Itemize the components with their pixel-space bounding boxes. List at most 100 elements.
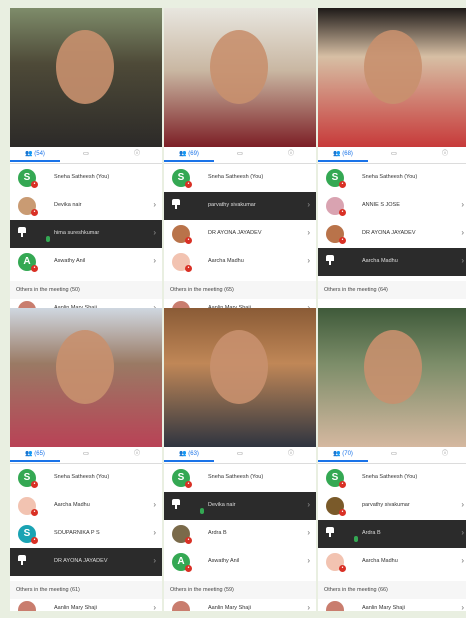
chat-icon: ▭ — [83, 451, 89, 457]
participant-list: S • Sneha Satheesh (You) • Devika nair › hima … — [10, 164, 162, 276]
participant-row[interactable]: • ANNIE S JOSE › — [318, 192, 466, 220]
chevron-right-icon[interactable]: › — [461, 256, 464, 265]
participant-name: Sneha Satheesh (You) — [208, 174, 264, 180]
people-icon: 👥 — [179, 151, 189, 157]
participant-name: Ardra B — [208, 530, 227, 536]
video-feed[interactable] — [164, 308, 316, 447]
participant-row[interactable]: Aarcha Madhu › — [318, 248, 466, 276]
chevron-right-icon[interactable]: › — [307, 528, 310, 537]
tab-people[interactable]: 👥 (65) — [10, 447, 60, 462]
chevron-right-icon[interactable]: › — [461, 528, 464, 537]
tab-chat[interactable]: ▭ — [60, 147, 112, 162]
chevron-right-icon[interactable]: › — [461, 228, 464, 237]
tab-chat[interactable]: ▭ — [368, 447, 420, 462]
tab-info[interactable]: ⓘ — [420, 447, 466, 462]
participant-row[interactable]: • parvathy sivakumar › — [318, 492, 466, 520]
chevron-right-icon[interactable]: › — [461, 200, 464, 209]
chevron-right-icon[interactable]: › — [307, 500, 310, 509]
participant-row[interactable]: Aanlin Mary Shaji › — [10, 599, 162, 611]
chevron-right-icon[interactable]: › — [307, 556, 310, 565]
tab-people[interactable]: 👥 (63) — [164, 447, 214, 462]
tab-chat[interactable]: ▭ — [60, 447, 112, 462]
participant-row[interactable]: parvathy sivakumar › — [164, 192, 316, 220]
tab-people[interactable]: 👥 (70) — [318, 447, 368, 462]
tab-info[interactable]: ⓘ — [420, 147, 466, 162]
participant-row[interactable]: A • Aswathy Anil › — [164, 548, 316, 576]
tab-info[interactable]: ⓘ — [112, 147, 162, 162]
participant-row[interactable]: S • Sneha Satheesh (You) — [164, 464, 316, 492]
participant-row[interactable]: Ardra B › — [318, 520, 466, 548]
chevron-right-icon[interactable]: › — [307, 200, 310, 209]
chevron-right-icon[interactable]: › — [307, 603, 310, 611]
tab-info[interactable]: ⓘ — [266, 447, 316, 462]
chevron-right-icon[interactable]: › — [153, 500, 156, 509]
tab-bar: 👥 (63) ▭ ⓘ — [164, 447, 316, 464]
video-feed[interactable] — [10, 8, 162, 147]
chevron-right-icon[interactable]: › — [461, 556, 464, 565]
participant-row[interactable]: Aanlin Mary Shaji › — [318, 599, 466, 611]
video-feed[interactable] — [164, 8, 316, 147]
chevron-right-icon[interactable]: › — [153, 200, 156, 209]
participant-name: Devika nair — [208, 502, 236, 508]
participant-list: S • Sneha Satheesh (You) • parvathy sivakuma… — [318, 464, 466, 576]
participant-row[interactable]: A • Aswathy Anil › — [10, 248, 162, 276]
tab-chat[interactable]: ▭ — [214, 147, 266, 162]
chevron-right-icon[interactable]: › — [307, 228, 310, 237]
tab-people[interactable]: 👥 (54) — [10, 147, 60, 162]
participant-row[interactable]: S • Sneha Satheesh (You) — [10, 464, 162, 492]
participant-video-face — [364, 30, 422, 104]
participant-row[interactable]: Devika nair › — [164, 492, 316, 520]
video-feed[interactable] — [318, 8, 466, 147]
mic-muted-badge-icon: • — [185, 181, 192, 188]
participants-panel: 👥 (69) ▭ ⓘ S • Sneha Satheesh (You) parvathy s… — [164, 8, 316, 311]
participant-name: DR AYONA JAYADEV — [54, 558, 108, 564]
chevron-right-icon[interactable]: › — [461, 500, 464, 509]
participant-row[interactable]: hima sureshkumar › — [10, 220, 162, 248]
chevron-right-icon[interactable]: › — [461, 603, 464, 611]
participant-row[interactable]: S • Sneha Satheesh (You) — [10, 164, 162, 192]
participant-video-face — [364, 330, 422, 404]
info-icon: ⓘ — [441, 451, 448, 457]
chevron-right-icon[interactable]: › — [153, 556, 156, 565]
participant-video-face — [210, 30, 268, 104]
participant-row[interactable]: • Aarcha Madhu › — [164, 248, 316, 276]
mic-muted-badge-icon: • — [339, 481, 346, 488]
participant-row[interactable]: • DR AYONA JAYADEV › — [164, 220, 316, 248]
participant-name: Sneha Satheesh (You) — [362, 174, 418, 180]
participant-name: Aanlin Mary Shaji — [54, 605, 97, 611]
participant-row[interactable]: S • Sneha Satheesh (You) — [164, 164, 316, 192]
tab-info[interactable]: ⓘ — [266, 147, 316, 162]
info-icon: ⓘ — [133, 151, 140, 157]
chevron-right-icon[interactable]: › — [153, 228, 156, 237]
participant-row[interactable]: • Ardra B › — [164, 520, 316, 548]
participant-row[interactable]: S • SOUPARNIKA P S › — [10, 520, 162, 548]
video-feed[interactable] — [10, 308, 162, 447]
participant-row[interactable]: • Aarcha Madhu › — [318, 548, 466, 576]
speaking-mic-icon — [200, 508, 204, 514]
tab-people[interactable]: 👥 (68) — [318, 147, 368, 162]
chevron-right-icon[interactable]: › — [307, 256, 310, 265]
video-feed[interactable] — [318, 308, 466, 447]
info-icon: ⓘ — [287, 151, 294, 157]
mic-muted-badge-icon: • — [31, 265, 38, 272]
chevron-right-icon[interactable]: › — [153, 528, 156, 537]
tab-chat[interactable]: ▭ — [368, 147, 420, 162]
participant-row[interactable]: • DR AYONA JAYADEV › — [318, 220, 466, 248]
participant-name: Aswathy Anil — [54, 258, 86, 264]
tab-chat[interactable]: ▭ — [214, 447, 266, 462]
participant-name: Sneha Satheesh (You) — [362, 474, 418, 480]
participant-row[interactable]: • Devika nair › — [10, 192, 162, 220]
participant-row[interactable]: S • Sneha Satheesh (You) — [318, 164, 466, 192]
participant-name: Sneha Satheesh (You) — [208, 474, 264, 480]
participants-panel: 👥 (54) ▭ ⓘ S • Sneha Satheesh (You) • Devika na… — [10, 8, 162, 311]
participant-row[interactable]: S • Sneha Satheesh (You) — [318, 464, 466, 492]
participant-row[interactable]: • Aarcha Madhu › — [10, 492, 162, 520]
participant-row[interactable]: DR AYONA JAYADEV › — [10, 548, 162, 576]
tab-info[interactable]: ⓘ — [112, 447, 162, 462]
mic-muted-badge-icon: • — [339, 237, 346, 244]
participant-row[interactable]: Aanlin Mary Shaji › — [164, 599, 316, 611]
chevron-right-icon[interactable]: › — [153, 603, 156, 611]
tab-people[interactable]: 👥 (69) — [164, 147, 214, 162]
chevron-right-icon[interactable]: › — [153, 256, 156, 265]
chat-icon: ▭ — [237, 451, 243, 457]
